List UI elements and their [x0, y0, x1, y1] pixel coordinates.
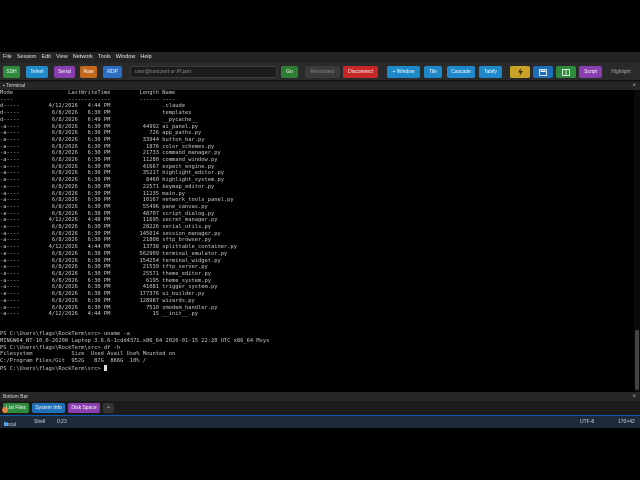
tabify-button[interactable]: Tabify [479, 66, 502, 78]
terminal-line: -a---- 6/8/2026 6:30 PM 145014 session_m… [0, 230, 221, 237]
terminal-title-text: Terminal [6, 83, 25, 89]
scrollbar-thumb[interactable] [635, 330, 639, 390]
terminal-cursor [103, 364, 107, 371]
terminal-line: -a---- 6/8/2026 6:30 PM 21539 tftp_serve… [0, 264, 208, 271]
new-window-button[interactable]: + Window [387, 66, 420, 78]
encoding-label: UTF-8 [580, 419, 595, 425]
terminal-line: -a---- 6/8/2026 6:30 PM 25571 theme_edit… [0, 270, 211, 277]
split-icon [562, 68, 570, 76]
terminal-line: PS C:\Users\flags\RockTerm\src> uname -a [0, 331, 130, 338]
tile-button[interactable]: Tile [424, 66, 442, 78]
connection-label: Local [4, 422, 16, 428]
terminal-line: -a---- 6/8/2026 6:30 PM 48707 script_dia… [0, 210, 215, 217]
terminal-line: -a---- 6/8/2026 6:30 PM 10167 network_to… [0, 197, 234, 204]
terminal-line: -a---- 4/12/2026 4:48 PM 11695 secret_ma… [0, 217, 218, 224]
terminal-line: d----- 6/8/2026 6:30 PM templates [0, 110, 192, 117]
terminal-panel-header: ▪ Terminal × [0, 82, 640, 90]
status-bar: Local Shell 0:23 UTF-8 170×42 [0, 415, 640, 428]
system-info-button[interactable]: System Info [32, 403, 65, 413]
terminal-line: -a---- 6/8/2026 6:30 PM 177376 ui_builde… [0, 291, 205, 298]
terminal-line: -a---- 6/8/2026 6:30 PM 28226 serial_uti… [0, 224, 211, 231]
telnet-button[interactable]: Telnet [26, 66, 48, 78]
add-button[interactable]: + [103, 403, 114, 413]
toolbar: SSH Telnet Serial Raw RDP user@host:port… [0, 63, 640, 81]
host-input[interactable]: user@host:port or IP:port [130, 66, 277, 78]
terminal-line: -a---- 6/8/2026 6:30 PM 21733 command_ma… [0, 150, 221, 157]
terminal-line: -a---- 6/8/2026 6:30 PM 11280 command_wi… [0, 157, 218, 164]
cascade-button[interactable]: Cascade [447, 66, 475, 78]
terminal-line: d----- 6/8/2026 6:49 PM __pycache__ [0, 116, 198, 123]
reconnect-button[interactable]: Reconnect [305, 66, 340, 78]
terminal-line: C:/Program Files/Git 952G 87G 866G 10% / [0, 358, 147, 365]
terminal-line: -a---- 6/8/2026 6:30 PM 55496 pane_canva… [0, 203, 208, 210]
panel-icon [539, 68, 547, 76]
terminal-line: PS C:\Users\flags\RockTerm\src> df -h [0, 344, 121, 351]
menu-bar: File Session Edit View Network Tools Win… [0, 52, 640, 63]
terminal-line: -a---- 6/8/2026 6:30 PM 726 app_paths.py [0, 130, 202, 137]
terminal-size-label: 170×42 [618, 419, 635, 425]
disk-space-button[interactable]: Disk Space [68, 403, 100, 413]
terminal-line: ---- ------------- ------ ---- [0, 96, 176, 103]
panel-button[interactable] [533, 66, 553, 78]
terminal-line: -a---- 6/8/2026 6:30 PM 128987 wizards.p… [0, 297, 195, 304]
terminal-line: -a---- 6/8/2026 6:30 PM 562909 terminal_… [0, 250, 228, 257]
terminal-line: -a---- 6/8/2026 6:30 PM 21808 sftp_brows… [0, 237, 211, 244]
split-button[interactable] [556, 66, 576, 78]
terminal-line: -a---- 6/8/2026 6:30 PM 8460 highlight_s… [0, 177, 224, 184]
terminal-line: -a---- 6/8/2026 6:30 PM 41667 expect_eng… [0, 163, 215, 170]
terminal-line: -a---- 6/8/2026 6:30 PM 1876 color_schem… [0, 143, 215, 150]
highlight-button[interactable]: Highlight [606, 66, 636, 78]
lightning-button[interactable] [510, 66, 530, 78]
terminal-line: -a---- 6/8/2026 6:30 PM 6195 theme_syste… [0, 277, 211, 284]
menu-help[interactable]: Help [140, 52, 151, 63]
terminal-line: -a---- 6/8/2026 6:30 PM 44992 ai_panel.p… [0, 123, 198, 130]
app-window: File Session Edit View Network Tools Win… [0, 52, 640, 428]
ssh-button[interactable]: SSH [3, 66, 20, 78]
menu-view[interactable]: View [56, 52, 68, 63]
menu-file[interactable]: File [3, 52, 12, 63]
menu-network[interactable]: Network [73, 52, 93, 63]
terminal-line: -a---- 6/8/2026 6:30 PM 33944 button_bar… [0, 136, 205, 143]
terminal-line: -a---- 4/12/2026 4:44 PM 15 __init__.py [0, 311, 198, 318]
bottom-bar-title: Bottom Bar [3, 393, 29, 400]
terminal-line: MINGW64_NT-10.0-26200 Laptop 3.6.6-1cdd4… [0, 338, 270, 345]
terminal-panel-title: ▪ Terminal [3, 83, 25, 89]
terminal-scrollbar[interactable] [634, 90, 640, 392]
lightning-icon [517, 68, 523, 76]
menu-session[interactable]: Session [17, 52, 37, 63]
bottom-bar: List Files System Info Disk Space + [0, 401, 640, 415]
serial-button[interactable]: Serial [54, 66, 75, 78]
shell-label: Shell [34, 419, 46, 425]
bottom-bar-header: Bottom Bar × [0, 392, 640, 401]
mouse-cursor-indicator [2, 407, 8, 413]
terminal-line: Filesystem Size Used Avail Use% Mounted … [0, 351, 176, 358]
terminal-text: Mode LastWriteTime Length Name ---- ----… [0, 90, 640, 373]
terminal-line: -a---- 6/8/2026 6:30 PM 41081 trigger_sy… [0, 284, 218, 291]
terminal-line: -a---- 6/8/2026 6:30 PM 11235 main.py [0, 190, 185, 197]
terminal-line: -a---- 6/8/2026 6:30 PM 22571 keymap_edi… [0, 183, 215, 190]
raw-button[interactable]: Raw [80, 66, 97, 78]
rdp-button[interactable]: RDP [103, 66, 122, 78]
menu-edit[interactable]: Edit [41, 52, 50, 63]
terminal-line: -a---- 4/12/2026 4:44 PM 13738 splittabl… [0, 244, 237, 251]
terminal-line: PS C:\Users\flags\RockTerm\src> [0, 365, 104, 372]
go-button[interactable]: Go [281, 66, 298, 78]
close-icon[interactable]: × [632, 83, 636, 89]
session-time: 0:23 [57, 419, 67, 425]
terminal-output[interactable]: Mode LastWriteTime Length Name ---- ----… [0, 90, 640, 392]
script-button[interactable]: Script [579, 66, 602, 78]
terminal-line: -a---- 6/8/2026 6:30 PM 154254 terminal_… [0, 257, 221, 264]
close-icon[interactable]: × [632, 394, 636, 400]
terminal-line: Mode LastWriteTime Length Name [0, 90, 176, 96]
terminal-line: d----- 4/12/2026 4:44 PM .claude [0, 103, 185, 110]
menu-tools[interactable]: Tools [98, 52, 111, 63]
terminal-line: -a---- 6/8/2026 6:30 PM 35217 highlight_… [0, 170, 224, 177]
menu-window[interactable]: Window [116, 52, 136, 63]
disconnect-button[interactable]: Disconnect [343, 66, 378, 78]
terminal-line: -a---- 6/8/2026 6:30 PM 7510 zmodem_hand… [0, 304, 218, 311]
